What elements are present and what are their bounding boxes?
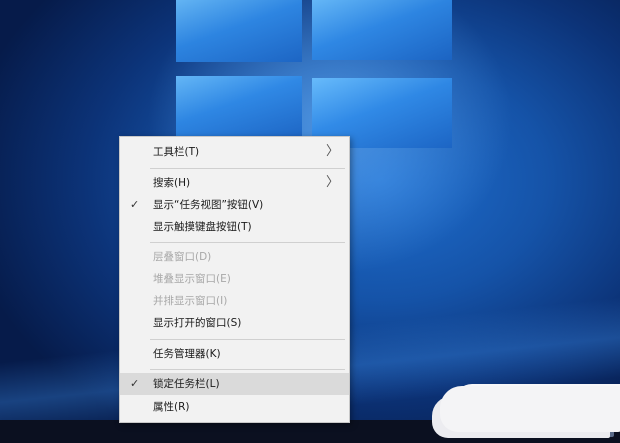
menu-item-label: 层叠窗口(D) bbox=[153, 251, 212, 263]
menu-item-side-by-side-windows[interactable]: 并排显示窗口(I) bbox=[120, 290, 349, 312]
menu-item-label: 锁定任务栏(L) bbox=[153, 378, 220, 390]
menu-item-cascade-windows[interactable]: 层叠窗口(D) bbox=[120, 246, 349, 268]
menu-item-stack-windows[interactable]: 堆叠显示窗口(E) bbox=[120, 268, 349, 290]
menu-separator bbox=[150, 242, 345, 243]
menu-item-label: 显示触摸键盘按钮(T) bbox=[153, 221, 252, 233]
wallpaper-window-pane bbox=[176, 0, 302, 62]
wallpaper-window-pane bbox=[176, 76, 302, 136]
menu-separator bbox=[150, 339, 345, 340]
checkmark-icon: ✓ bbox=[130, 377, 140, 390]
menu-item-label: 任务管理器(K) bbox=[153, 348, 221, 360]
menu-item-label: 并排显示窗口(I) bbox=[153, 295, 228, 307]
menu-item-label: 搜索(H) bbox=[153, 177, 191, 189]
menu-item-lock-taskbar[interactable]: ✓ 锁定任务栏(L) bbox=[120, 373, 349, 395]
menu-item-show-touch-keyboard-button[interactable]: 显示触摸键盘按钮(T) bbox=[120, 216, 349, 238]
menu-item-task-manager[interactable]: 任务管理器(K) bbox=[120, 343, 349, 365]
menu-item-toolbars[interactable]: 工具栏(T) 〉 bbox=[120, 141, 349, 163]
redaction-scribble bbox=[440, 386, 620, 432]
menu-item-show-desktop[interactable]: 显示打开的窗口(S) bbox=[120, 312, 349, 334]
menu-item-show-task-view-button[interactable]: ✓ 显示“任务视图”按钮(V) bbox=[120, 194, 349, 216]
menu-separator bbox=[150, 168, 345, 169]
menu-item-search[interactable]: 搜索(H) 〉 bbox=[120, 172, 349, 194]
menu-item-label: 显示打开的窗口(S) bbox=[153, 317, 242, 329]
chevron-right-icon: 〉 bbox=[325, 175, 339, 190]
taskbar-context-menu: 工具栏(T) 〉 搜索(H) 〉 ✓ 显示“任务视图”按钮(V) 显示触摸键盘按… bbox=[119, 136, 350, 423]
wallpaper-window-pane bbox=[312, 0, 452, 60]
menu-item-properties[interactable]: 属性(R) bbox=[120, 396, 349, 418]
chevron-right-icon: 〉 bbox=[325, 144, 339, 159]
menu-separator bbox=[150, 369, 345, 370]
checkmark-icon: ✓ bbox=[130, 198, 140, 211]
menu-item-label: 堆叠显示窗口(E) bbox=[153, 273, 231, 285]
menu-item-label: 显示“任务视图”按钮(V) bbox=[153, 199, 264, 211]
menu-item-label: 工具栏(T) bbox=[153, 146, 200, 158]
menu-item-label: 属性(R) bbox=[153, 401, 190, 413]
